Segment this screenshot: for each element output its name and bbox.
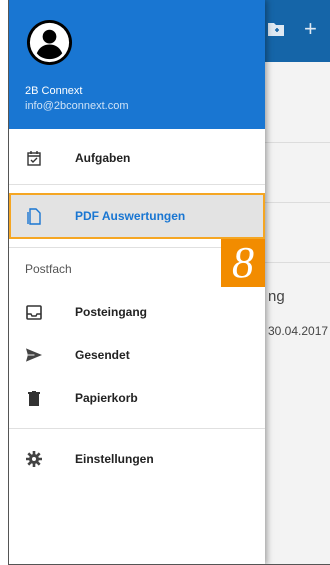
account-name: 2B Connext bbox=[25, 85, 83, 97]
document-copy-icon bbox=[26, 207, 42, 225]
send-icon bbox=[26, 347, 42, 363]
menu-item-label: Gesendet bbox=[75, 348, 130, 362]
menu-item-einstellungen[interactable]: Einstellungen bbox=[9, 438, 265, 480]
menu-item-aufgaben[interactable]: Aufgaben bbox=[9, 137, 265, 179]
inbox-icon bbox=[26, 304, 42, 320]
menu-item-gesendet[interactable]: Gesendet bbox=[9, 334, 265, 376]
section-header-postfach: Postfach bbox=[25, 262, 72, 276]
menu-item-label: PDF Auswertungen bbox=[75, 209, 186, 223]
calendar-check-icon bbox=[26, 150, 42, 166]
add-folder-icon[interactable] bbox=[267, 20, 285, 43]
list-separator bbox=[264, 262, 330, 263]
menu-item-label: Papierkorb bbox=[75, 391, 138, 405]
gear-icon bbox=[26, 451, 42, 467]
menu-item-posteingang[interactable]: Posteingang bbox=[9, 291, 265, 333]
list-separator bbox=[264, 202, 330, 203]
add-icon[interactable]: + bbox=[304, 16, 317, 42]
drawer-header: 2B Connext info@2bconnext.com bbox=[9, 0, 265, 129]
callout-number-badge: 8 bbox=[221, 239, 265, 287]
list-separator bbox=[264, 142, 330, 143]
avatar-icon[interactable] bbox=[26, 19, 73, 66]
list-item-date: 30.04.2017 bbox=[268, 324, 329, 338]
menu-item-pdf-auswertungen[interactable]: PDF Auswertungen bbox=[9, 193, 265, 239]
divider bbox=[9, 184, 265, 185]
screen-frame: + ng 30.04.2017 2B Connext info@2bconnex… bbox=[8, 0, 330, 565]
account-email: info@2bconnext.com bbox=[25, 100, 129, 112]
menu-item-label: Einstellungen bbox=[75, 452, 154, 466]
trash-icon bbox=[26, 390, 42, 406]
list-item-title[interactable]: ng bbox=[268, 288, 285, 305]
menu-item-label: Aufgaben bbox=[75, 151, 131, 165]
divider bbox=[9, 428, 265, 429]
menu-item-label: Posteingang bbox=[75, 305, 148, 319]
menu-item-papierkorb[interactable]: Papierkorb bbox=[9, 377, 265, 419]
